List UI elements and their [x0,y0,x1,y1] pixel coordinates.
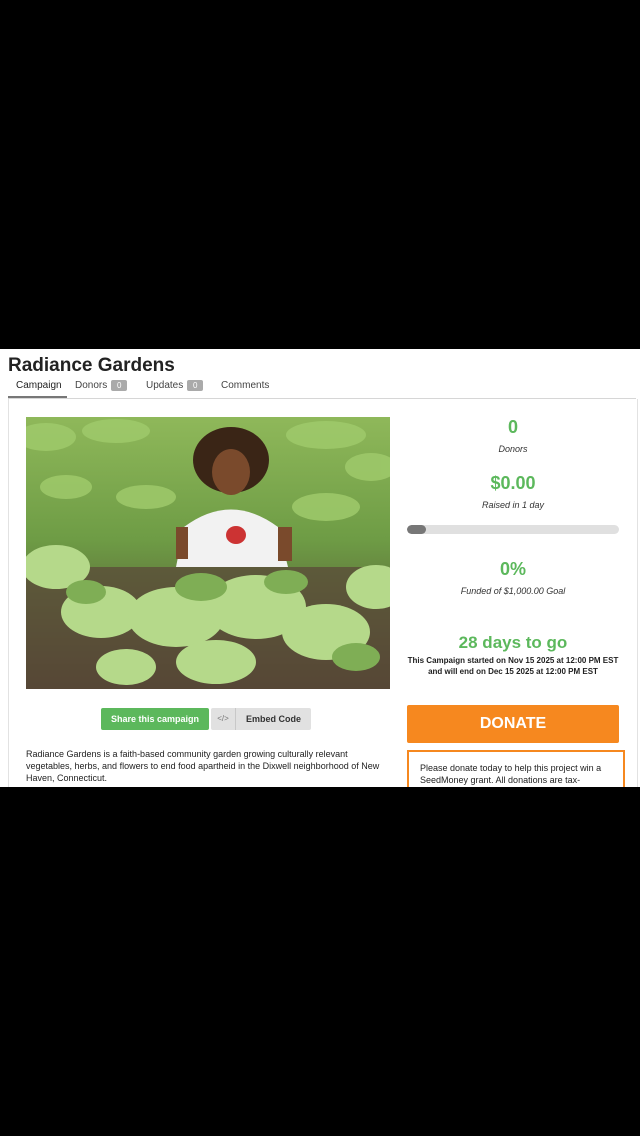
code-icon: </> [211,708,236,730]
amount-raised: $0.00 [490,473,536,493]
tab-label: Comments [221,380,270,391]
embed-code-button[interactable]: </> Embed Code [211,708,311,730]
tab-comments[interactable]: Comments [221,380,269,391]
tab-label: Campaign [16,380,62,391]
share-campaign-button[interactable]: Share this campaign [101,708,209,730]
donate-button[interactable]: DONATE [407,705,619,743]
count-badge: 0 [187,380,204,391]
count-badge: 0 [111,380,128,391]
progress-fill [407,525,427,534]
campaign-dates: This Campaign started on Nov 15 2025 at … [407,656,619,676]
donors-label: Donors [498,444,528,454]
campaign-page: Radiance Gardens Campaign Donors 0 Updat… [0,349,640,787]
tab-label: Updates [146,380,184,391]
tab-updates[interactable]: Updates 0 [146,380,204,391]
campaign-description: Radiance Gardens is a faith-based commun… [26,749,380,783]
tab-label: Donors [75,380,108,391]
active-tab-indicator [8,396,67,398]
raised-duration-label: Raised in 1 day [481,500,545,510]
funded-goal-label: Funded of $1,000.00 Goal [460,586,566,596]
days-remaining: 28 days to go [458,633,568,652]
tab-bar: Campaign Donors 0 Updates 0 Comments [8,378,636,399]
funded-percent: 0% [499,559,526,579]
embed-code-label: Embed Code [245,714,301,724]
funding-progress-bar [407,525,619,534]
donate-note: Please donate today to help this project… [407,750,625,787]
campaign-photo [26,417,390,689]
tab-campaign[interactable]: Campaign [16,380,62,391]
garden-photo-image [26,417,390,689]
donors-count: 0 [507,417,518,437]
tab-donors[interactable]: Donors 0 [75,380,128,391]
page-title: Radiance Gardens [8,355,175,376]
